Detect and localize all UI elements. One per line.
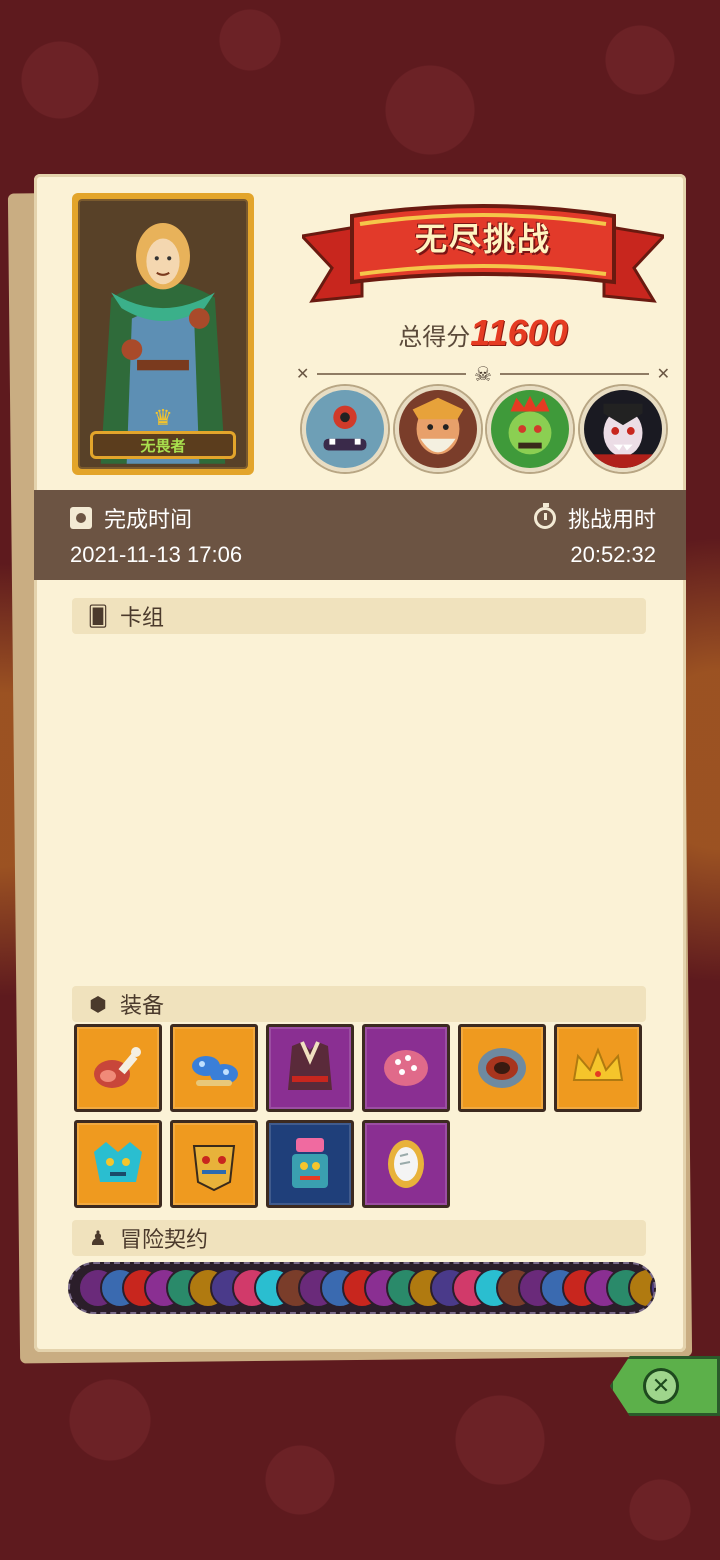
blue-mushroom-icon[interactable] (170, 1024, 258, 1112)
defeated-bosses (302, 386, 666, 474)
spotted-egg-icon[interactable] (362, 1024, 450, 1112)
deck-section-title: 卡组 (120, 605, 165, 630)
hero-portrait: ♛ 无畏者 (78, 199, 248, 469)
tribal-mask-icon[interactable] (170, 1120, 258, 1208)
pink-totem-icon[interactable] (266, 1120, 354, 1208)
close-button[interactable]: ✕ (610, 1356, 720, 1416)
challenge-ribbon: 无尽挑战 (298, 196, 668, 306)
fire-ring-icon[interactable] (458, 1024, 546, 1112)
equipment-section-header: ⬢ 装备 (72, 986, 646, 1022)
cube-icon: ⬢ (89, 993, 107, 1016)
finish-time-label: 完成时间 (104, 507, 193, 532)
contract-section-title: 冒险契约 (120, 1227, 209, 1252)
score-label: 总得分 (398, 324, 471, 351)
meat-leg-icon[interactable] (74, 1024, 162, 1112)
finish-time-value: 2021-11-13 17:06 (70, 542, 243, 567)
person-icon: ♟ (89, 1227, 107, 1250)
challenge-time-label: 挑战用时 (567, 507, 656, 532)
deck-section-header: 🂠 卡组 (72, 598, 646, 634)
cards-icon: 🂠 (87, 605, 109, 628)
vampire-boss-icon[interactable] (579, 386, 666, 472)
blue-dragon-mask-icon[interactable] (74, 1120, 162, 1208)
challenge-info-bar: 完成时间 2021-11-13 17:06 挑战用时 20:52:32 (34, 490, 686, 580)
hero-name-banner: 无畏者 (90, 431, 236, 459)
divider-line (499, 373, 649, 375)
bearded-warrior-boss-icon[interactable] (394, 386, 481, 472)
challenge-time-header: 挑战用时 (533, 502, 656, 534)
divider-line (317, 373, 467, 375)
close-icon: ✕ (643, 1368, 679, 1404)
equipment-section-title: 装备 (120, 993, 165, 1018)
goblin-king-boss-icon[interactable] (487, 386, 574, 472)
challenge-title: 无尽挑战 (414, 221, 551, 257)
boss-divider: ✕ ☠ ✕ (296, 363, 670, 386)
stopwatch-icon (533, 503, 556, 529)
film-icon (70, 507, 92, 529)
crown-icon: ♛ (153, 405, 173, 430)
contract-section-header: ♟ 冒险契约 (72, 1220, 646, 1256)
score-row: 总得分 11600 (302, 312, 664, 354)
purple-armor-icon[interactable] (266, 1024, 354, 1112)
magic-mirror-icon[interactable] (362, 1120, 450, 1208)
hero-name: 无畏者 (140, 437, 186, 455)
cyclops-ogre-boss-icon[interactable] (302, 386, 388, 472)
hero-card[interactable]: ♛ 无畏者 (72, 193, 254, 475)
score-value: 11600 (470, 312, 568, 353)
crossed-swords-icon: ✕ (296, 366, 310, 383)
gold-crown-icon[interactable] (554, 1024, 642, 1112)
equipment-grid (74, 1024, 648, 1208)
challenge-time-value: 20:52:32 (570, 542, 656, 567)
adventure-contract-strip[interactable] (68, 1262, 656, 1314)
finish-time-header: 完成时间 (70, 502, 192, 534)
horned-skull-icon: ☠ (474, 363, 492, 386)
crossed-swords-icon: ✕ (656, 366, 670, 383)
